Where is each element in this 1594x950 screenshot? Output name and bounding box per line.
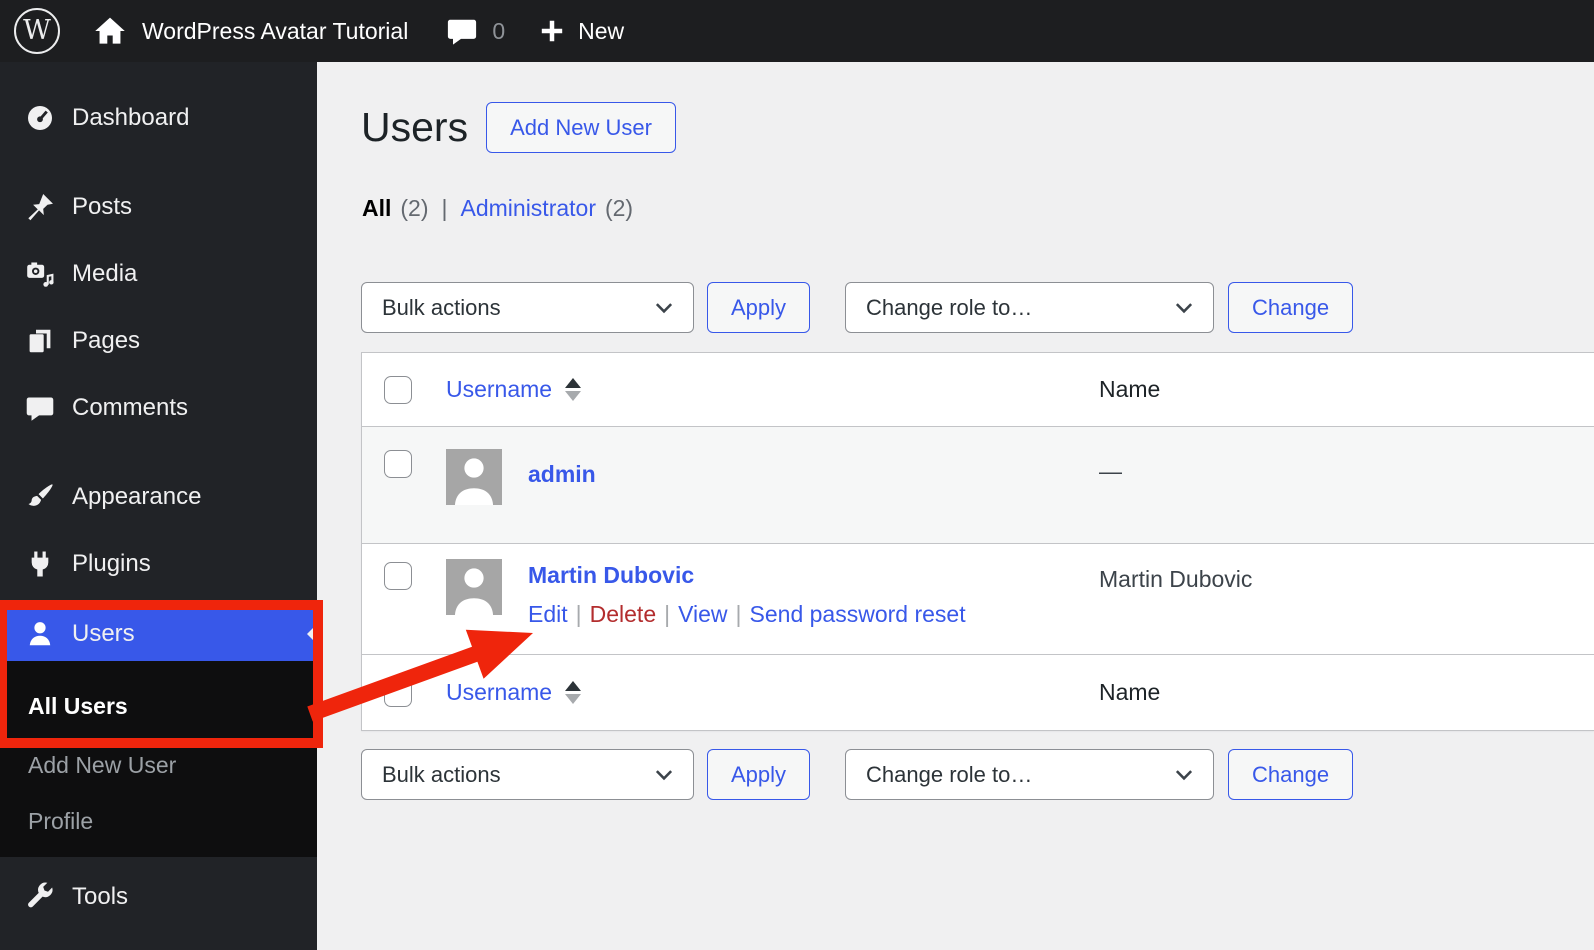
filter-all-count: (2) bbox=[400, 195, 429, 221]
sidebar-item-dashboard[interactable]: Dashboard bbox=[0, 84, 317, 151]
home-icon bbox=[95, 17, 125, 44]
chevron-down-icon bbox=[655, 302, 673, 313]
new-label: New bbox=[578, 17, 625, 44]
table-row: admin — bbox=[362, 426, 1594, 543]
site-name: WordPress Avatar Tutorial bbox=[142, 17, 409, 44]
avatar bbox=[446, 449, 502, 505]
admin-bar-new[interactable]: New bbox=[537, 16, 624, 46]
page-title: Users bbox=[361, 103, 469, 150]
sort-asc-icon bbox=[565, 681, 582, 691]
edit-link[interactable]: Edit bbox=[528, 601, 568, 628]
comments-count: 0 bbox=[492, 17, 506, 44]
select-all-checkbox[interactable] bbox=[384, 375, 412, 404]
avatar bbox=[446, 559, 502, 615]
user-icon bbox=[24, 618, 56, 650]
sidebar-item-all-users[interactable]: All Users bbox=[0, 675, 317, 737]
bulk-actions-toolbar-bottom: Bulk actions Apply Change role to… Chang… bbox=[361, 749, 1354, 800]
sidebar-item-pages[interactable]: Pages bbox=[0, 307, 317, 374]
change-role-select[interactable]: Change role to… bbox=[845, 749, 1215, 800]
sidebar-item-label: Media bbox=[72, 259, 138, 287]
admin-bar-comments[interactable]: 0 bbox=[445, 14, 505, 48]
sidebar-item-profile[interactable]: Profile bbox=[0, 793, 317, 849]
send-password-reset-link[interactable]: Send password reset bbox=[750, 601, 966, 628]
sidebar-item-plugins[interactable]: Plugins bbox=[0, 530, 317, 597]
bulk-actions-select[interactable]: Bulk actions bbox=[361, 282, 694, 333]
sidebar-item-label: Plugins bbox=[72, 549, 151, 577]
sidebar-item-add-new-user[interactable]: Add New User bbox=[0, 737, 317, 793]
apply-button[interactable]: Apply bbox=[707, 282, 811, 333]
site-link[interactable]: WordPress Avatar Tutorial bbox=[92, 13, 408, 49]
users-submenu: All Users Add New User Profile bbox=[0, 661, 317, 857]
pushpin-icon bbox=[24, 191, 56, 223]
username-sort-header[interactable]: Username bbox=[446, 376, 582, 403]
name-cell: Martin Dubovic bbox=[1099, 566, 1253, 592]
action-separator: | bbox=[664, 601, 671, 627]
sidebar-item-label: Dashboard bbox=[72, 103, 190, 131]
change-button[interactable]: Change bbox=[1228, 282, 1354, 333]
apply-button[interactable]: Apply bbox=[707, 749, 811, 800]
sidebar-item-label: Tools bbox=[72, 882, 129, 910]
change-button[interactable]: Change bbox=[1228, 749, 1354, 800]
sort-desc-icon bbox=[565, 694, 582, 704]
action-separator: | bbox=[575, 601, 582, 627]
plus-icon bbox=[541, 20, 563, 42]
sidebar-item-comments[interactable]: Comments bbox=[0, 374, 317, 441]
users-page: Users Add New User All (2) | Administrat… bbox=[317, 62, 1594, 950]
delete-link[interactable]: Delete bbox=[590, 601, 656, 628]
sidebar-item-label: Users bbox=[72, 620, 135, 647]
admin-sidebar: Dashboard Posts Media Pages Comments App… bbox=[0, 62, 317, 950]
table-footer-row: Username Name bbox=[362, 654, 1594, 730]
table-row: Martin Dubovic Edit | Delete | View | Se… bbox=[362, 543, 1594, 654]
row-actions: Edit | Delete | View | Send password res… bbox=[528, 601, 966, 628]
sidebar-item-label: Posts bbox=[72, 192, 133, 220]
media-icon bbox=[24, 258, 56, 290]
users-table: Username Name admin — Martin Dubovic Edi… bbox=[361, 352, 1594, 731]
user-role-filters: All (2) | Administrator (2) bbox=[362, 195, 633, 222]
row-checkbox[interactable] bbox=[384, 562, 412, 590]
sidebar-item-label: Pages bbox=[72, 326, 141, 354]
name-cell: — bbox=[1099, 458, 1122, 484]
bulk-actions-select[interactable]: Bulk actions bbox=[361, 749, 694, 800]
sidebar-item-label: Appearance bbox=[72, 482, 202, 510]
sidebar-item-label: Comments bbox=[72, 393, 189, 421]
filter-all-link[interactable]: All bbox=[362, 195, 391, 222]
brush-icon bbox=[24, 481, 56, 513]
username-sort-header[interactable]: Username bbox=[446, 679, 582, 706]
sort-desc-icon bbox=[565, 391, 582, 401]
name-column-header: Name bbox=[1099, 679, 1161, 705]
chevron-down-icon bbox=[1175, 302, 1193, 313]
table-header-row: Username Name bbox=[362, 353, 1594, 426]
filter-administrator-count: (2) bbox=[604, 195, 634, 221]
admin-bar: W WordPress Avatar Tutorial 0 New bbox=[0, 0, 1594, 62]
select-all-checkbox[interactable] bbox=[384, 678, 412, 707]
name-column-header: Name bbox=[1099, 376, 1161, 402]
plugin-icon bbox=[24, 548, 56, 580]
action-separator: | bbox=[735, 601, 742, 627]
wordpress-logo[interactable]: W bbox=[14, 8, 60, 54]
sort-asc-icon bbox=[565, 378, 582, 388]
username-link[interactable]: Martin Dubovic bbox=[528, 562, 966, 589]
current-menu-notch bbox=[297, 624, 317, 644]
sidebar-item-posts[interactable]: Posts bbox=[0, 173, 317, 240]
comment-icon bbox=[24, 392, 56, 424]
bulk-actions-toolbar-top: Bulk actions Apply Change role to… Chang… bbox=[361, 282, 1354, 333]
chevron-down-icon bbox=[655, 769, 673, 780]
sidebar-item-appearance[interactable]: Appearance bbox=[0, 463, 317, 530]
sidebar-item-media[interactable]: Media bbox=[0, 240, 317, 307]
username-link[interactable]: admin bbox=[528, 461, 596, 488]
filter-separator: | bbox=[441, 195, 448, 221]
pages-icon bbox=[24, 325, 56, 357]
dashboard-icon bbox=[24, 102, 56, 134]
chevron-down-icon bbox=[1175, 769, 1193, 780]
change-role-select[interactable]: Change role to… bbox=[845, 282, 1215, 333]
wrench-icon bbox=[24, 881, 56, 913]
add-new-user-button[interactable]: Add New User bbox=[486, 102, 676, 153]
row-checkbox[interactable] bbox=[384, 450, 412, 478]
filter-administrator-link[interactable]: Administrator bbox=[461, 195, 596, 222]
sidebar-item-tools[interactable]: Tools bbox=[0, 863, 317, 930]
sidebar-item-users[interactable]: Users bbox=[0, 607, 317, 661]
comment-icon bbox=[448, 19, 477, 45]
view-link[interactable]: View bbox=[678, 601, 727, 628]
